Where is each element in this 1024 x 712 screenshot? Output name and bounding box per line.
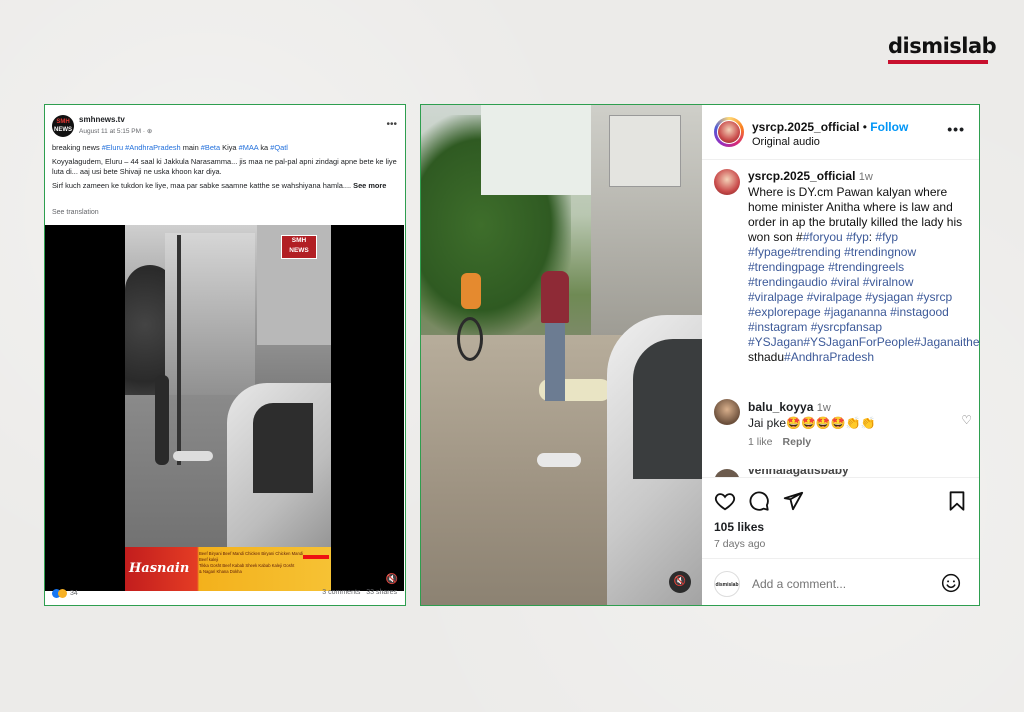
profile-avatar[interactable] [714,117,744,147]
comment-icon[interactable] [748,490,770,512]
hashtag-link[interactable]: #foryou #fyp [803,230,869,244]
video-player[interactable]: 🔇 [421,105,702,605]
hashtag-link[interactable]: #AndhraPradesh [784,350,874,364]
mute-icon[interactable]: 🔇 [386,574,398,585]
page-avatar[interactable]: SMH NEWS [52,115,74,137]
comment-likes[interactable]: 1 like [748,436,773,448]
likes-count[interactable]: 105 likes [714,520,764,534]
post-date-text: August 11 at 5:15 PM [79,128,142,135]
caption-username[interactable]: ysrcp.2025_official [748,169,855,183]
ad-banner: Hasnain Beef Biryani Beef Mandi Chicken … [125,547,331,591]
shares-count[interactable]: 33 shares [366,589,397,596]
line3-text: Sirf kuch zameen ke tukdon ke liye, maa … [52,181,352,190]
mute-icon[interactable]: 🔇 [669,571,691,593]
commenter-avatar[interactable] [714,399,740,425]
post-line-2: Koyyalagudem, Eluru – 44 saal ki Jakkula… [52,157,397,176]
hashtag-link[interactable]: #Beta [201,143,220,152]
reply-button[interactable]: Reply [783,436,812,448]
brand-name: dismislab [888,34,997,58]
line1-text: main [180,143,201,152]
post-header: SMH NEWS smhnews.tv August 11 at 5:15 PM… [52,113,397,141]
avatar-text-top: SMH [56,119,70,125]
hashtag-link[interactable]: #Eluru [102,143,123,152]
post-line-3: Sirf kuch zameen ke tukdon ke liye, maa … [52,181,397,191]
pole [177,235,181,465]
follow-button[interactable]: Follow [870,120,908,134]
logo-line-1: SMH [291,237,307,244]
building [591,105,702,345]
post-age: 7 days ago [714,538,766,550]
caption: ysrcp.2025_official 1w Where is DY.cm Pa… [748,169,979,365]
commenter-username[interactable]: vennalagatisbaby [748,469,849,477]
post-footer: 34 3 comments 33 shares [52,588,397,602]
username[interactable]: ysrcp.2025_official [752,120,859,134]
line1-text: ka [258,143,271,152]
hashtag-link[interactable]: #AndhraPradesh [125,143,180,152]
emoji-icon[interactable] [941,573,961,593]
caption-text: sthadu [748,350,785,364]
self-avatar: dismislab [714,571,740,597]
comment-meta: 1 like Reply [748,436,811,448]
next-comment-partial: vennalagatisbaby [714,469,954,477]
caption-time: 1w [858,171,873,183]
car [227,383,331,563]
cloth-on-road [537,453,581,467]
channel-logo: SMH NEWS [281,235,317,259]
commenter-avatar[interactable] [714,469,740,477]
add-comment-bar: dismislab [702,558,979,605]
more-options-icon[interactable]: ••• [386,119,397,130]
comment-text: Jai pke🤩🤩🤩🤩👏👏 [748,416,876,430]
avatar-text-bottom: NEWS [54,127,72,133]
commenter-row: balu_koyya 1w [748,400,831,414]
instagram-post: 🔇 ysrcp.2025_official • Follow Original … [420,104,980,606]
brand-underline [888,60,988,64]
caption-avatar[interactable] [714,169,740,195]
share-send-icon[interactable] [782,490,804,512]
post-date[interactable]: August 11 at 5:15 PM · ⊕ [79,127,152,135]
hashtag-link[interactable]: #MAA [239,143,259,152]
hashtag-link[interactable]: #Qatl [270,143,288,152]
reaction-count: 34 [70,590,78,597]
person-standing [541,271,569,401]
commenter-username[interactable]: balu_koyya [748,400,813,414]
person-on-ground [173,451,213,461]
page-name[interactable]: smhnews.tv [79,115,125,124]
sky [481,105,601,195]
globe-icon: ⊕ [146,128,153,135]
header-username-row: ysrcp.2025_official • Follow [752,120,908,134]
post-line-1: breaking news #Eluru #AndhraPradesh main… [52,143,397,153]
hashtag-link[interactable]: #fyp #fypage#trending #trendingnow #tren… [748,230,979,349]
comments-count[interactable]: 3 comments [322,589,360,596]
brand-logo: dismislab [888,34,997,64]
separator: • [862,120,867,134]
see-translation-link[interactable]: See translation [52,208,397,218]
line1-prefix: breaking news [52,143,102,152]
audio-label[interactable]: Original audio [752,136,820,148]
red-arrow-icon [303,555,329,559]
see-more-link[interactable]: See more [353,181,386,190]
line1-text: Kiya [220,143,239,152]
post-panel: ysrcp.2025_official • Follow Original au… [702,105,979,605]
add-comment-input[interactable] [752,577,922,591]
haha-reaction-icon [58,589,67,598]
bookmark-icon[interactable] [946,490,968,512]
person-standing [155,375,169,465]
heart-icon[interactable]: ♡ [961,413,972,427]
video-frame: SMH NEWS Hasnain Beef Biryani Beef Mandi… [125,225,331,591]
car [607,315,702,605]
more-options-icon[interactable]: ••• [947,121,965,137]
video-player[interactable]: SMH NEWS Hasnain Beef Biryani Beef Mandi… [45,225,404,591]
facebook-post: SMH NEWS smhnews.tv August 11 at 5:15 PM… [44,104,406,606]
cyclist [455,273,491,363]
ad-title: Hasnain [129,561,190,576]
logo-line-2: NEWS [289,247,309,254]
action-bar: 105 likes 7 days ago dismislab [702,477,979,605]
ad-line: & Nagari Khana Dokha [199,569,242,574]
post-header: ysrcp.2025_official • Follow Original au… [702,105,979,160]
post-stats: 3 comments 33 shares [322,589,397,596]
reactions[interactable]: 34 [52,589,78,598]
comment-time: 1w [816,402,831,414]
like-heart-icon[interactable] [714,490,736,512]
